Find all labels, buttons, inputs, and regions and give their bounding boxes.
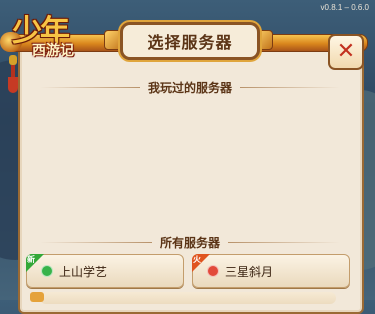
close-icon: ✕: [336, 39, 356, 64]
new-badge: 新: [26, 254, 44, 272]
dialog-title-plate: 选择服务器: [120, 22, 260, 60]
all-servers-header: 所有服务器: [40, 234, 341, 250]
game-logo: 少年 西游记: [6, 6, 98, 64]
dialog-title: 选择服务器: [147, 33, 233, 52]
logo-sub-text: 西游记: [32, 43, 74, 59]
server-button-1[interactable]: 火 三星斜月: [192, 254, 350, 288]
server-name: 三星斜月: [225, 264, 274, 279]
close-button[interactable]: ✕: [328, 34, 364, 70]
recent-servers-header: 我玩过的服务器: [40, 79, 341, 95]
recent-servers-title: 我玩过的服务器: [148, 80, 233, 95]
server-name: 上山学艺: [59, 264, 108, 279]
all-servers-title: 所有服务器: [160, 235, 221, 250]
next-server-row[interactable]: [30, 292, 336, 304]
server-button-0[interactable]: 新 上山学艺: [26, 254, 184, 288]
version-label: v0.8.1 – 0.6.0: [320, 3, 369, 12]
hot-badge: 火: [192, 254, 210, 272]
